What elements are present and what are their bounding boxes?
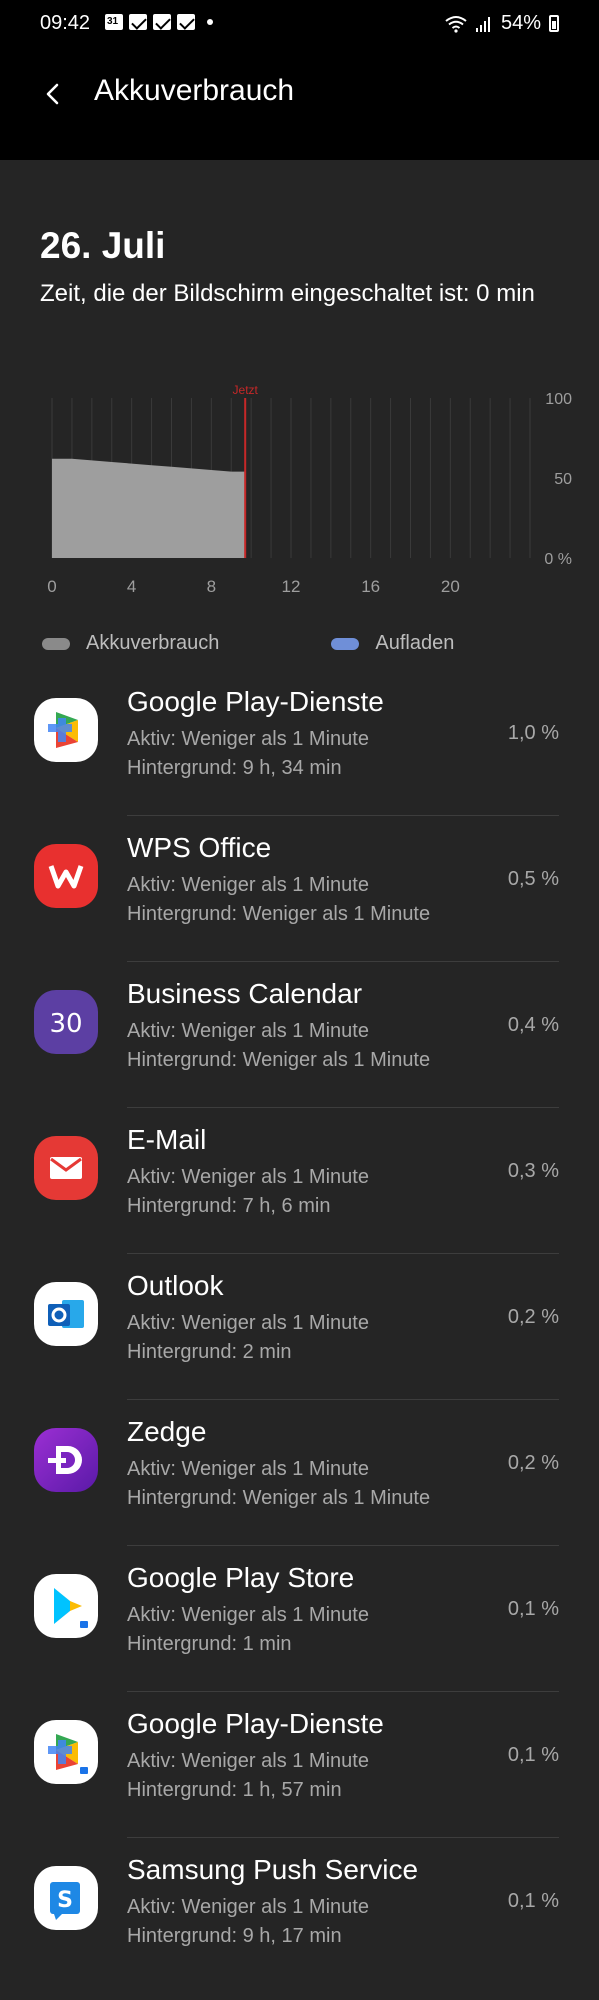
app-background-time: Hintergrund: 7 h, 6 min — [127, 1195, 331, 1217]
x-tick-label: 8 — [207, 577, 216, 596]
app-name: Business Calendar — [127, 978, 363, 1009]
app-row[interactable]: S Samsung Push Service Aktiv: Weniger al… — [0, 1838, 599, 1984]
battery-icon — [549, 15, 559, 32]
y-tick-label: 100 — [545, 391, 572, 408]
app-background-time: Hintergrund: 9 h, 17 min — [127, 1925, 342, 1947]
screen-on-time: Zeit, die der Bildschirm eingeschaltet i… — [40, 280, 535, 307]
svg-text:S: S — [57, 1888, 73, 1913]
x-tick-label: 16 — [361, 577, 380, 596]
app-row[interactable]: Outlook Aktiv: Weniger als 1 Minute Hint… — [0, 1254, 599, 1400]
battery-percent: 54% — [500, 12, 541, 34]
app-active-time: Aktiv: Weniger als 1 Minute — [127, 1312, 369, 1334]
battery-level-area — [52, 458, 246, 558]
page-title: Akkuverbrauch — [94, 74, 295, 107]
app-active-time: Aktiv: Weniger als 1 Minute — [127, 874, 369, 896]
app-usage-percent: 0,2 % — [507, 1452, 559, 1474]
app-name: Zedge — [127, 1416, 207, 1447]
app-active-time: Aktiv: Weniger als 1 Minute — [127, 1020, 369, 1042]
legend-label: Akkuverbrauch — [86, 632, 220, 654]
legend-swatch — [331, 637, 360, 650]
app-background-time: Hintergrund: Weniger als 1 Minute — [127, 903, 431, 925]
mail-notification-icon — [177, 14, 195, 30]
app-usage-percent: 0,1 % — [507, 1598, 559, 1620]
status-bar: 09:42 54% — [0, 0, 599, 48]
app-row[interactable]: Zedge Aktiv: Weniger als 1 Minute Hinter… — [0, 1400, 599, 1546]
x-tick-label: 0 — [47, 577, 56, 596]
legend-item-battery-usage: Akkuverbrauch — [42, 632, 219, 655]
wifi-icon — [445, 15, 467, 33]
app-background-time: Hintergrund: Weniger als 1 Minute — [127, 1487, 431, 1509]
app-row[interactable]: 30 Business Calendar Aktiv: Weniger als … — [0, 962, 599, 1108]
app-active-time: Aktiv: Weniger als 1 Minute — [127, 1604, 369, 1626]
app-name: Google Play Store — [127, 1562, 355, 1593]
app-background-time: Hintergrund: 1 min — [127, 1633, 292, 1655]
app-background-time: Hintergrund: 2 min — [127, 1341, 292, 1363]
zedge-icon — [34, 1428, 98, 1492]
google-play-store-icon — [34, 1574, 98, 1638]
x-tick-label: 20 — [441, 577, 460, 596]
app-row[interactable]: Google Play-Dienste Aktiv: Weniger als 1… — [0, 1692, 599, 1838]
app-usage-percent: 0,1 % — [507, 1890, 559, 1912]
now-marker-label: Jetzt — [233, 383, 259, 397]
app-active-time: Aktiv: Weniger als 1 Minute — [127, 1896, 369, 1918]
y-tick-label: 0 % — [544, 551, 572, 568]
app-usage-percent: 0,5 % — [507, 868, 559, 890]
app-bar: Akkuverbrauch — [0, 48, 599, 160]
app-row[interactable]: E-Mail Aktiv: Weniger als 1 Minute Hinte… — [0, 1108, 599, 1254]
google-play-services-icon — [34, 1720, 98, 1784]
app-row[interactable]: Google Play-Dienste Aktiv: Weniger als 1… — [0, 670, 599, 816]
app-name: Google Play-Dienste — [127, 1708, 384, 1739]
app-name: WPS Office — [127, 832, 272, 863]
x-tick-label: 4 — [127, 577, 136, 596]
app-usage-percent: 0,1 % — [507, 1744, 559, 1766]
status-time: 09:42 — [40, 12, 91, 34]
app-background-time: Hintergrund: 9 h, 34 min — [127, 757, 342, 779]
app-background-time: Hintergrund: 1 h, 57 min — [127, 1779, 342, 1801]
svg-text:30: 30 — [49, 1009, 82, 1039]
mail-notification-icon — [153, 14, 171, 30]
app-row[interactable]: Google Play Store Aktiv: Weniger als 1 M… — [0, 1546, 599, 1692]
signal-icon — [475, 16, 490, 32]
app-name: E-Mail — [127, 1124, 207, 1155]
notification-icons — [105, 14, 213, 30]
app-row[interactable]: WPS Office Aktiv: Weniger als 1 Minute H… — [0, 816, 599, 962]
app-usage-percent: 1,0 % — [507, 722, 559, 744]
legend-label: Aufladen — [375, 632, 455, 654]
app-usage-percent: 0,4 % — [507, 1014, 559, 1036]
email-icon — [34, 1136, 98, 1200]
app-usage-percent: 0,3 % — [507, 1160, 559, 1182]
status-right: 54% — [445, 12, 559, 35]
back-arrow-icon[interactable] — [42, 82, 66, 106]
battery-usage-chart: Jetzt 0 4 8 12 16 20 100 50 0 % — [47, 383, 572, 596]
wps-office-icon — [34, 844, 98, 908]
app-background-time: Hintergrund: Weniger als 1 Minute — [127, 1049, 431, 1071]
samsung-push-service-icon: S — [34, 1866, 98, 1930]
app-usage-percent: 0,2 % — [507, 1306, 559, 1328]
app-name: Outlook — [127, 1270, 224, 1301]
app-active-time: Aktiv: Weniger als 1 Minute — [127, 1458, 369, 1480]
date-heading: 26. Juli — [40, 225, 166, 266]
x-tick-label: 12 — [282, 577, 301, 596]
legend-swatch — [42, 637, 70, 650]
app-usage-list: Google Play-Dienste Aktiv: Weniger als 1… — [0, 670, 599, 1984]
legend-item-charging: Aufladen — [331, 632, 454, 655]
mail-notification-icon — [129, 14, 147, 30]
app-active-time: Aktiv: Weniger als 1 Minute — [127, 1750, 369, 1772]
google-play-services-icon — [34, 698, 98, 762]
more-notifications-icon — [207, 19, 213, 25]
app-active-time: Aktiv: Weniger als 1 Minute — [127, 728, 369, 750]
y-tick-label: 50 — [554, 471, 572, 488]
app-active-time: Aktiv: Weniger als 1 Minute — [127, 1166, 369, 1188]
business-calendar-icon: 30 — [34, 990, 98, 1054]
outlook-icon — [34, 1282, 98, 1346]
chart-legend: Akkuverbrauch Aufladen — [42, 632, 454, 655]
app-name: Google Play-Dienste — [127, 686, 384, 717]
calendar-notification-icon — [105, 14, 123, 30]
app-name: Samsung Push Service — [127, 1854, 419, 1885]
